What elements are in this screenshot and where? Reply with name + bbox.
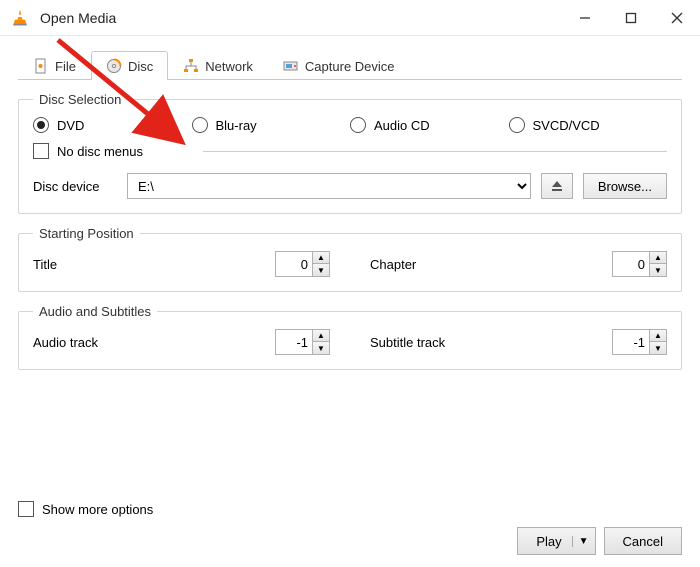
subtitle-track-label: Subtitle track bbox=[370, 335, 612, 350]
titlebar: Open Media bbox=[0, 0, 700, 36]
subtitle-track-spinner[interactable]: ▲▼ bbox=[612, 329, 667, 355]
minimize-button[interactable] bbox=[562, 0, 608, 36]
radio-dvd[interactable]: DVD bbox=[33, 117, 192, 133]
subtitle-track-input[interactable] bbox=[613, 330, 649, 354]
disc-selection-group: Disc Selection DVD Blu-ray Audio CD SVCD… bbox=[18, 92, 682, 214]
audio-step-up[interactable]: ▲ bbox=[313, 330, 329, 342]
tab-capture[interactable]: Capture Device bbox=[268, 51, 410, 80]
checkbox-no-menus-label: No disc menus bbox=[57, 144, 143, 159]
audio-track-spinner[interactable]: ▲▼ bbox=[275, 329, 330, 355]
tab-file-label: File bbox=[55, 59, 76, 74]
capture-icon bbox=[283, 58, 299, 74]
checkbox-no-menus[interactable]: No disc menus bbox=[33, 143, 193, 159]
tab-bar: File Disc Network Capture Device bbox=[18, 50, 682, 80]
file-icon bbox=[33, 58, 49, 74]
radio-svcd-indicator bbox=[509, 117, 525, 133]
disc-selection-legend: Disc Selection bbox=[33, 92, 127, 107]
starting-position-legend: Starting Position bbox=[33, 226, 140, 241]
tab-disc-label: Disc bbox=[128, 59, 153, 74]
chapter-step-down[interactable]: ▼ bbox=[650, 264, 666, 276]
close-button[interactable] bbox=[654, 0, 700, 36]
radio-dvd-indicator bbox=[33, 117, 49, 133]
checkbox-show-more-box bbox=[18, 501, 34, 517]
chapter-spinner[interactable]: ▲▼ bbox=[612, 251, 667, 277]
cancel-button-label: Cancel bbox=[623, 534, 663, 549]
radio-audiocd-indicator bbox=[350, 117, 366, 133]
tab-disc[interactable]: Disc bbox=[91, 51, 168, 80]
radio-svcd[interactable]: SVCD/VCD bbox=[509, 117, 668, 133]
title-step-down[interactable]: ▼ bbox=[313, 264, 329, 276]
radio-bluray-label: Blu-ray bbox=[216, 118, 257, 133]
tab-file[interactable]: File bbox=[18, 51, 91, 80]
disc-device-select[interactable]: E:\ bbox=[127, 173, 531, 199]
vlc-icon bbox=[10, 8, 30, 28]
window-title: Open Media bbox=[40, 10, 562, 26]
checkbox-show-more-label: Show more options bbox=[42, 502, 153, 517]
play-button-label: Play bbox=[536, 534, 561, 549]
cancel-button[interactable]: Cancel bbox=[604, 527, 682, 555]
browse-button[interactable]: Browse... bbox=[583, 173, 667, 199]
chapter-label: Chapter bbox=[370, 257, 612, 272]
chapter-input[interactable] bbox=[613, 252, 649, 276]
title-label: Title bbox=[33, 257, 275, 272]
maximize-button[interactable] bbox=[608, 0, 654, 36]
subtitle-step-down[interactable]: ▼ bbox=[650, 342, 666, 354]
checkbox-no-menus-box bbox=[33, 143, 49, 159]
radio-bluray[interactable]: Blu-ray bbox=[192, 117, 351, 133]
radio-audiocd[interactable]: Audio CD bbox=[350, 117, 509, 133]
radio-bluray-indicator bbox=[192, 117, 208, 133]
tab-network-label: Network bbox=[205, 59, 253, 74]
checkbox-show-more[interactable]: Show more options bbox=[18, 501, 682, 517]
tab-capture-label: Capture Device bbox=[305, 59, 395, 74]
disc-device-label: Disc device bbox=[33, 179, 117, 194]
eject-button[interactable] bbox=[541, 173, 573, 199]
audio-step-down[interactable]: ▼ bbox=[313, 342, 329, 354]
divider bbox=[203, 151, 667, 152]
network-icon bbox=[183, 58, 199, 74]
subtitle-step-up[interactable]: ▲ bbox=[650, 330, 666, 342]
audio-track-label: Audio track bbox=[33, 335, 275, 350]
audio-subtitles-group: Audio and Subtitles Audio track ▲▼ Subti… bbox=[18, 304, 682, 370]
title-step-up[interactable]: ▲ bbox=[313, 252, 329, 264]
chapter-step-up[interactable]: ▲ bbox=[650, 252, 666, 264]
radio-svcd-label: SVCD/VCD bbox=[533, 118, 600, 133]
radio-dvd-label: DVD bbox=[57, 118, 84, 133]
disc-icon bbox=[106, 58, 122, 74]
radio-audiocd-label: Audio CD bbox=[374, 118, 430, 133]
starting-position-group: Starting Position Title ▲▼ Chapter ▲▼ bbox=[18, 226, 682, 292]
title-input[interactable] bbox=[276, 252, 312, 276]
tab-network[interactable]: Network bbox=[168, 51, 268, 80]
play-button[interactable]: Play ▼ bbox=[517, 527, 595, 555]
footer: Show more options Play ▼ Cancel bbox=[18, 501, 682, 555]
title-spinner[interactable]: ▲▼ bbox=[275, 251, 330, 277]
play-dropdown-caret[interactable]: ▼ bbox=[572, 536, 589, 547]
eject-icon bbox=[551, 180, 563, 192]
audio-track-input[interactable] bbox=[276, 330, 312, 354]
audio-subtitles-legend: Audio and Subtitles bbox=[33, 304, 157, 319]
